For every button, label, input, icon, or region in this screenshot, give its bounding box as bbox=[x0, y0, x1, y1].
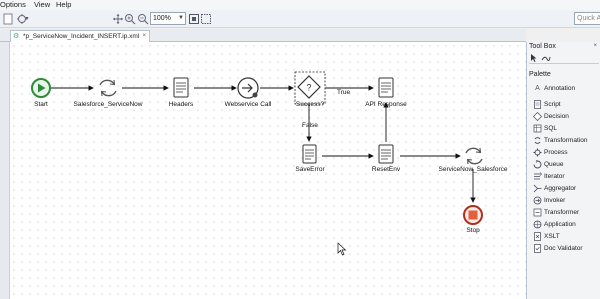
zoom-select[interactable]: 100% ▼ bbox=[150, 12, 186, 25]
toolbar: ▾ bbox=[0, 10, 600, 28]
close-icon[interactable]: × bbox=[593, 43, 597, 49]
stop-circle-icon bbox=[463, 205, 483, 225]
tab-process-file[interactable]: ⚙ *p_ServiceNow_Incident_INSERT.ip.xml × bbox=[10, 30, 150, 42]
palette-item-queue[interactable]: Queue bbox=[533, 159, 599, 170]
node-label-success[interactable]: Success? bbox=[296, 101, 324, 108]
zoom-value: 100% bbox=[153, 15, 171, 22]
application-icon bbox=[533, 220, 542, 229]
close-icon[interactable]: × bbox=[142, 31, 146, 42]
palette-item-transformer[interactable]: Transformer bbox=[533, 207, 599, 218]
menu-bar: Options View Help bbox=[0, 0, 600, 10]
palette-item-script[interactable]: Script bbox=[533, 99, 599, 110]
palette-item-annotation[interactable]: A Annotation bbox=[533, 83, 599, 94]
palette-item-iterator[interactable]: Iterator bbox=[533, 171, 599, 182]
connector-icon[interactable] bbox=[541, 54, 551, 63]
node-label-resetenv[interactable]: ResetEnv bbox=[372, 166, 400, 173]
palette-item-transformation[interactable]: Transformation bbox=[533, 135, 599, 146]
menu-help[interactable]: Help bbox=[56, 0, 71, 10]
tab-label: *p_ServiceNow_Incident_INSERT.ip.xml bbox=[23, 33, 140, 40]
node-label-api-response[interactable]: API Response bbox=[365, 101, 407, 108]
svg-text:?: ? bbox=[306, 83, 311, 93]
decision-diamond-icon: ? bbox=[294, 71, 326, 105]
node-label-saveerror[interactable]: SaveError bbox=[295, 166, 324, 173]
aggregator-icon bbox=[533, 184, 542, 193]
palette-item-process[interactable]: Process bbox=[533, 147, 599, 158]
editor-tab-strip: ⚙ *p_ServiceNow_Incident_INSERT.ip.xml × bbox=[0, 29, 526, 42]
transformer-icon bbox=[533, 208, 542, 217]
left-gutter bbox=[0, 42, 10, 299]
toolbox-title: Tool Box bbox=[529, 43, 556, 50]
edge-label-false: False bbox=[302, 122, 318, 129]
palette-item-xslt[interactable]: XSLT bbox=[533, 231, 599, 242]
script-scroll-icon bbox=[173, 77, 189, 98]
node-label-start[interactable]: Start bbox=[34, 101, 48, 108]
select-all-icon[interactable] bbox=[200, 13, 212, 25]
chevron-down-icon[interactable]: ▾ bbox=[24, 13, 30, 25]
process-file-icon: ⚙ bbox=[13, 33, 20, 40]
script-scroll-icon bbox=[302, 144, 317, 164]
menu-view[interactable]: View bbox=[34, 0, 50, 10]
node-label-salesforce-servicenow[interactable]: Salesforce_ServiceNow bbox=[73, 101, 142, 108]
pan-icon[interactable] bbox=[112, 13, 124, 25]
menu-options[interactable]: Options bbox=[0, 0, 26, 10]
new-icon[interactable] bbox=[2, 13, 14, 25]
transformation-icon bbox=[533, 136, 542, 145]
decision-icon bbox=[533, 112, 542, 121]
script-scroll-icon bbox=[378, 77, 394, 98]
cycle-icon bbox=[465, 147, 483, 165]
select-pointer-icon[interactable] bbox=[529, 54, 539, 63]
quick-access-input[interactable]: Quick A bbox=[574, 12, 600, 25]
queue-icon bbox=[533, 159, 542, 169]
doc-validator-icon bbox=[533, 244, 542, 253]
diagram-canvas[interactable]: ? Start Salesforce_ServiceNow Headers We… bbox=[10, 42, 526, 299]
chevron-down-icon: ▼ bbox=[178, 15, 184, 21]
iterator-icon bbox=[533, 172, 542, 181]
edge-label-true: True bbox=[337, 89, 351, 96]
palette-item-application[interactable]: Application bbox=[533, 219, 599, 230]
palette-item-doc-validator[interactable]: Doc Validator bbox=[533, 243, 599, 254]
annotation-icon: A bbox=[535, 85, 540, 92]
mouse-cursor-icon bbox=[337, 242, 347, 256]
node-label-servicenow-salesforce[interactable]: ServiceNow_Salesforce bbox=[438, 166, 507, 173]
toolbox-panel: Tool Box × Palette A Annotation Script D… bbox=[526, 42, 600, 299]
xslt-icon bbox=[533, 232, 542, 241]
cycle-icon bbox=[99, 79, 117, 97]
node-label-headers[interactable]: Headers bbox=[169, 101, 194, 108]
palette-item-aggregator[interactable]: Aggregator bbox=[533, 183, 599, 194]
palette-item-decision[interactable]: Decision bbox=[533, 111, 599, 122]
start-circle-icon bbox=[31, 78, 51, 98]
invoker-icon bbox=[533, 196, 542, 205]
script-scroll-icon bbox=[378, 144, 394, 164]
script-icon bbox=[533, 100, 542, 109]
sql-icon bbox=[533, 124, 542, 133]
node-label-stop[interactable]: Stop bbox=[466, 227, 479, 234]
palette-title: Palette bbox=[529, 71, 551, 78]
zoom-in-icon[interactable] bbox=[124, 13, 136, 25]
palette-item-sql[interactable]: SQL bbox=[533, 123, 599, 134]
node-label-webservice-call[interactable]: Webservice Call bbox=[225, 101, 272, 108]
palette-item-invoker[interactable]: Invoker bbox=[533, 195, 599, 206]
zoom-out-icon[interactable] bbox=[137, 13, 149, 25]
process-icon bbox=[533, 148, 542, 157]
toolbox-tools bbox=[529, 54, 599, 64]
invoke-arrow-icon bbox=[237, 77, 259, 99]
fit-page-icon[interactable] bbox=[188, 13, 200, 25]
